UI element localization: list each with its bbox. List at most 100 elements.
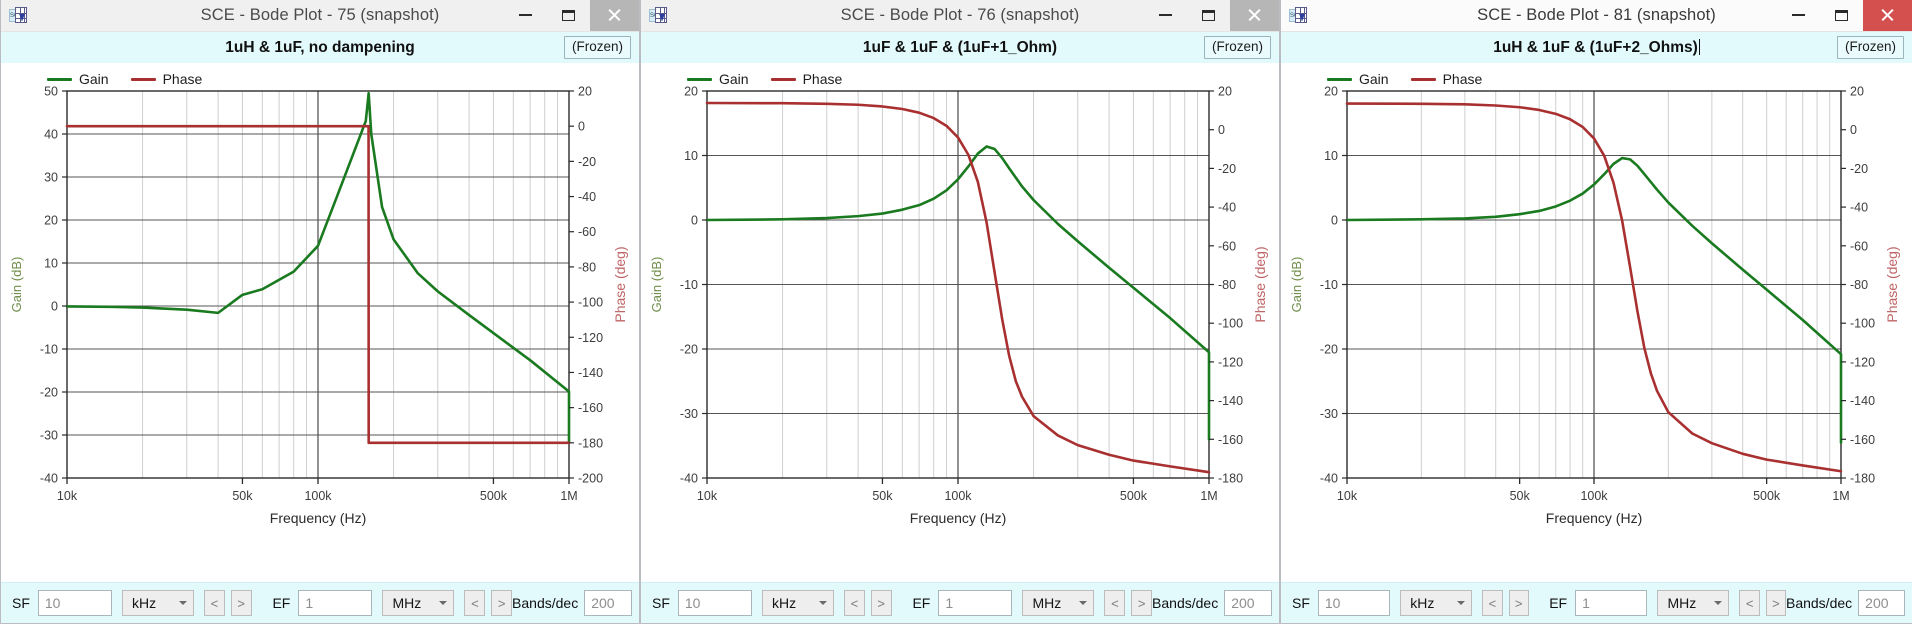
chevron-down-icon xyxy=(179,601,187,605)
y-axis-label: Gain (dB) xyxy=(9,257,24,313)
y2-tick-label: -160 xyxy=(1850,433,1875,447)
ef-next-button[interactable]: > xyxy=(491,590,513,616)
sf-next-button[interactable]: > xyxy=(1508,590,1529,616)
ef-next-button[interactable]: > xyxy=(1131,590,1153,616)
caption-bar: 1uH & 1uF & (1uF+2_Ohms) (Frozen) xyxy=(1281,32,1912,63)
sf-next-button[interactable]: > xyxy=(870,590,892,616)
caption-bar: 1uH & 1uF, no dampening (Frozen) xyxy=(1,32,639,63)
sf-prev-button[interactable]: < xyxy=(204,590,225,616)
maximize-button[interactable] xyxy=(1187,0,1230,31)
x-tick-label: 1M xyxy=(560,489,577,503)
sf-input[interactable]: 10 xyxy=(1317,590,1391,616)
frozen-button[interactable]: (Frozen) xyxy=(1836,36,1904,59)
ef-prev-button[interactable]: < xyxy=(464,590,486,616)
y-tick-label: -20 xyxy=(680,343,698,357)
y-axis-right: -180 -160 -140 -120 -100 -80 -60 -40 -20 0 20 xyxy=(1209,85,1243,486)
title-bar[interactable]: SCESCE - Bode Plot - 81 (snapshot) xyxy=(1281,0,1912,32)
sf-prev-button[interactable]: < xyxy=(844,590,865,616)
y-tick-label: 10 xyxy=(44,257,58,271)
y2-tick-label: -120 xyxy=(578,331,603,345)
y-axis-left: -40-30-20-1001020 xyxy=(1320,85,1347,486)
plot-area: Gain Phase -40 -30 -20 -10 0 10 20 Gain (dB) -180-… xyxy=(1281,63,1912,582)
maximize-button[interactable] xyxy=(1820,0,1863,31)
sf-prev-button[interactable]: < xyxy=(1482,590,1503,616)
x-axis: 10k 50k 100k 500k 1M xyxy=(57,478,578,503)
plot-caption[interactable]: 1uH & 1uF, no dampening xyxy=(1,39,639,57)
y2-tick-label: 0 xyxy=(1218,123,1225,137)
sf-unit-select[interactable]: kHz xyxy=(122,590,194,616)
ef-next-button[interactable]: > xyxy=(1765,590,1786,616)
legend-swatch-phase xyxy=(130,77,156,81)
close-icon xyxy=(1247,8,1262,23)
frequency-toolbar: SF 10 kHz < > EF 1 MHz < > Bands/dec 200 xyxy=(1281,582,1912,623)
minimize-icon xyxy=(1159,14,1172,16)
ef-label: EF xyxy=(1549,595,1568,611)
x-tick-label: 1M xyxy=(1200,489,1217,503)
title-bar[interactable]: SCESCE - Bode Plot - 76 (snapshot) xyxy=(641,0,1279,32)
frozen-button[interactable]: (Frozen) xyxy=(563,36,631,59)
minimize-button[interactable] xyxy=(1144,0,1187,31)
y2-tick-label: -40 xyxy=(578,190,596,204)
y2-tick-label: -140 xyxy=(578,366,603,380)
sf-input[interactable]: 10 xyxy=(677,590,752,616)
y-tick-label: -20 xyxy=(40,386,58,400)
y-tick-label: -20 xyxy=(1320,343,1338,357)
y-tick-label: -40 xyxy=(1320,472,1338,486)
y-tick-label: 30 xyxy=(44,171,58,185)
x-tick-label: 10k xyxy=(697,489,718,503)
close-button[interactable] xyxy=(1230,0,1279,31)
title-bar[interactable]: SCESCE - Bode Plot - 75 (snapshot) xyxy=(1,0,639,32)
sf-input[interactable]: 10 xyxy=(37,590,112,616)
sf-next-button[interactable]: > xyxy=(230,590,252,616)
ef-prev-button[interactable]: < xyxy=(1104,590,1126,616)
ef-input[interactable]: 1 xyxy=(938,590,1013,616)
chevron-down-icon xyxy=(819,601,827,605)
sf-unit-value: kHz xyxy=(772,595,797,611)
maximize-icon xyxy=(1835,9,1848,21)
y-tick-label: 0 xyxy=(691,214,698,228)
bands-input[interactable]: 200 xyxy=(1858,590,1905,616)
legend-label: Phase xyxy=(1442,71,1483,87)
plot-caption[interactable]: 1uH & 1uF & (1uF+2_Ohms) xyxy=(1281,38,1912,57)
close-button[interactable] xyxy=(590,0,639,31)
ef-unit-value: MHz xyxy=(1667,595,1697,611)
y2-axis-label: Phase (deg) xyxy=(612,246,628,322)
ef-unit-select[interactable]: MHz xyxy=(1657,590,1730,616)
minimize-button[interactable] xyxy=(1777,0,1820,31)
minimize-button[interactable] xyxy=(504,0,547,31)
window-controls xyxy=(1144,0,1279,32)
legend-label: Gain xyxy=(79,71,109,87)
chart-legend: Gain Phase xyxy=(1327,71,1482,87)
legend-item-phase: Phase xyxy=(130,71,202,87)
bands-label: Bands/dec xyxy=(1785,595,1853,611)
ef-label: EF xyxy=(912,595,931,611)
ef-unit-value: MHz xyxy=(392,595,422,611)
minimize-icon xyxy=(1792,14,1805,16)
ef-input[interactable]: 1 xyxy=(298,590,373,616)
y2-tick-label: -20 xyxy=(578,155,596,169)
bands-input[interactable]: 200 xyxy=(1224,590,1273,616)
app-icon: SCE xyxy=(9,6,27,25)
ef-prev-button[interactable]: < xyxy=(1739,590,1760,616)
x-tick-label: 10k xyxy=(1337,489,1358,503)
ef-unit-select[interactable]: MHz xyxy=(382,590,455,616)
y-tick-label: -30 xyxy=(40,429,58,443)
y-tick-label: 40 xyxy=(44,128,58,142)
ef-input[interactable]: 1 xyxy=(1575,590,1648,616)
sf-unit-select[interactable]: kHz xyxy=(762,590,834,616)
bands-input[interactable]: 200 xyxy=(584,590,633,616)
plot-grid-icon xyxy=(655,6,667,23)
y2-tick-label: -100 xyxy=(1218,317,1243,331)
ef-unit-select[interactable]: MHz xyxy=(1022,590,1095,616)
x-tick-label: 100k xyxy=(944,489,972,503)
maximize-icon xyxy=(562,9,575,21)
close-button[interactable] xyxy=(1863,0,1912,31)
chevron-down-icon xyxy=(1079,601,1088,605)
caption-bar: 1uF & 1uF & (1uF+1_Ohm) (Frozen) xyxy=(641,32,1279,63)
y-tick-label: 10 xyxy=(684,149,698,163)
maximize-button[interactable] xyxy=(547,0,590,31)
frozen-button[interactable]: (Frozen) xyxy=(1203,36,1271,59)
sf-unit-select[interactable]: kHz xyxy=(1400,590,1473,616)
plot-caption[interactable]: 1uF & 1uF & (1uF+1_Ohm) xyxy=(641,39,1279,57)
x-tick-label: 500k xyxy=(1753,489,1781,503)
